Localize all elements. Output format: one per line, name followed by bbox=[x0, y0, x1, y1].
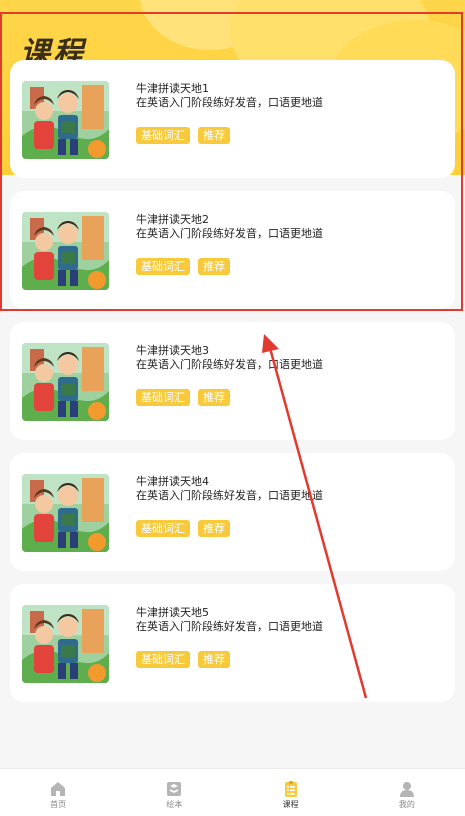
tag-basic-vocab: 基础词汇 bbox=[136, 389, 190, 406]
course-description: 在英语入门阶段练好发音，口语更地道 bbox=[136, 358, 323, 371]
tag-recommended: 推荐 bbox=[198, 389, 230, 406]
course-thumbnail bbox=[22, 474, 109, 552]
bottom-tab-bar: 首页 绘本 课程 我的 bbox=[0, 768, 465, 816]
course-thumbnail bbox=[22, 343, 109, 421]
course-tags: 基础词汇 推荐 bbox=[136, 520, 230, 537]
tab-label: 首页 bbox=[50, 800, 67, 809]
course-card[interactable]: 牛津拼读天地3 在英语入门阶段练好发音，口语更地道 基础词汇 推荐 bbox=[10, 322, 455, 440]
course-card[interactable]: 牛津拼读天地5 在英语入门阶段练好发音，口语更地道 基础词汇 推荐 bbox=[10, 584, 455, 702]
tab-label: 课程 bbox=[282, 800, 299, 809]
course-tags: 基础词汇 推荐 bbox=[136, 651, 230, 668]
home-icon bbox=[51, 782, 66, 796]
tab-label: 我的 bbox=[398, 800, 415, 809]
course-list-icon bbox=[284, 781, 297, 797]
tag-recommended: 推荐 bbox=[198, 520, 230, 537]
tab-label: 绘本 bbox=[166, 800, 183, 809]
tab-home[interactable]: 首页 bbox=[0, 769, 116, 816]
course-card[interactable]: 牛津拼读天地4 在英语入门阶段练好发音，口语更地道 基础词汇 推荐 bbox=[10, 453, 455, 571]
course-thumbnail bbox=[22, 605, 109, 683]
tab-mine[interactable]: 我的 bbox=[349, 769, 465, 816]
user-icon bbox=[399, 782, 414, 797]
tag-basic-vocab: 基础词汇 bbox=[136, 651, 190, 668]
tag-recommended: 推荐 bbox=[198, 651, 230, 668]
tab-course[interactable]: 课程 bbox=[233, 769, 349, 816]
course-description: 在英语入门阶段练好发音，口语更地道 bbox=[136, 620, 323, 633]
course-description: 在英语入门阶段练好发音，口语更地道 bbox=[136, 489, 323, 502]
tag-basic-vocab: 基础词汇 bbox=[136, 520, 190, 537]
picture-book-icon bbox=[167, 782, 182, 796]
tab-picture-book[interactable]: 绘本 bbox=[116, 769, 232, 816]
annotation-highlight-box bbox=[0, 12, 463, 311]
course-tags: 基础词汇 推荐 bbox=[136, 389, 230, 406]
